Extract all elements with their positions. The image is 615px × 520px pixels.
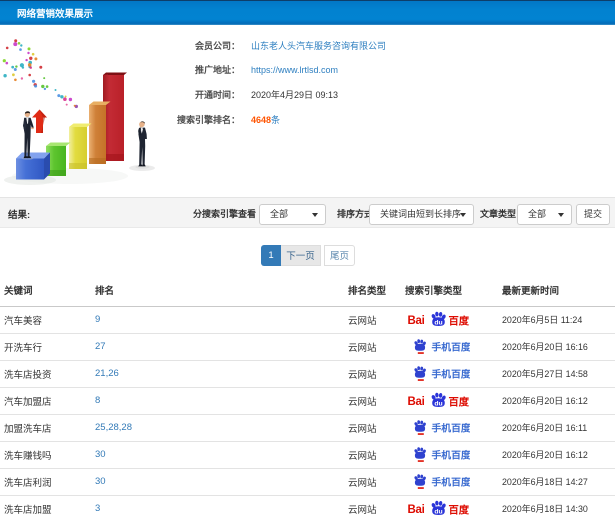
svg-text:du: du	[434, 319, 442, 326]
svg-text:百度: 百度	[449, 395, 470, 408]
svg-text:Bai: Bai	[408, 504, 425, 516]
svg-text:Bai: Bai	[408, 396, 425, 408]
svg-text:手机百度: 手机百度	[432, 449, 471, 462]
svg-text:手机百度: 手机百度	[432, 476, 471, 489]
svg-text:手机百度: 手机百度	[432, 341, 471, 354]
svg-text:Bai: Bai	[408, 315, 425, 327]
svg-text:du: du	[434, 400, 442, 407]
svg-text:手机百度: 手机百度	[432, 422, 471, 435]
svg-text:du: du	[434, 508, 442, 515]
svg-text:百度: 百度	[449, 314, 470, 327]
svg-text:百度: 百度	[449, 503, 470, 516]
svg-text:手机百度: 手机百度	[432, 368, 471, 381]
